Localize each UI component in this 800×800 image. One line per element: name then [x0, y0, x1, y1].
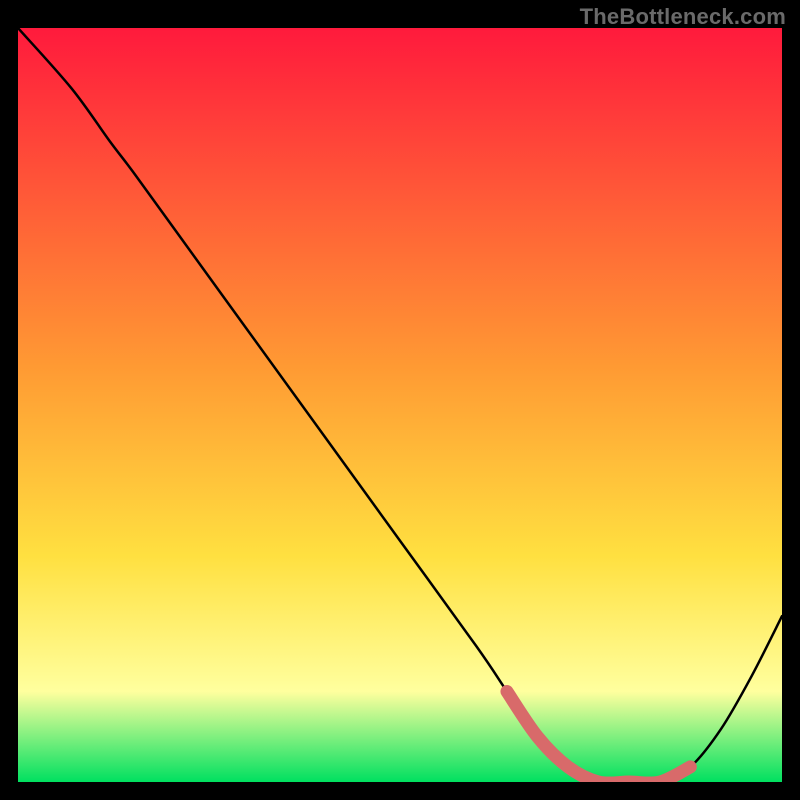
plot-svg — [18, 28, 782, 782]
plot-area — [18, 28, 782, 782]
watermark-text: TheBottleneck.com — [580, 4, 786, 30]
chart-stage: TheBottleneck.com — [0, 0, 800, 800]
gradient-bg — [18, 28, 782, 782]
